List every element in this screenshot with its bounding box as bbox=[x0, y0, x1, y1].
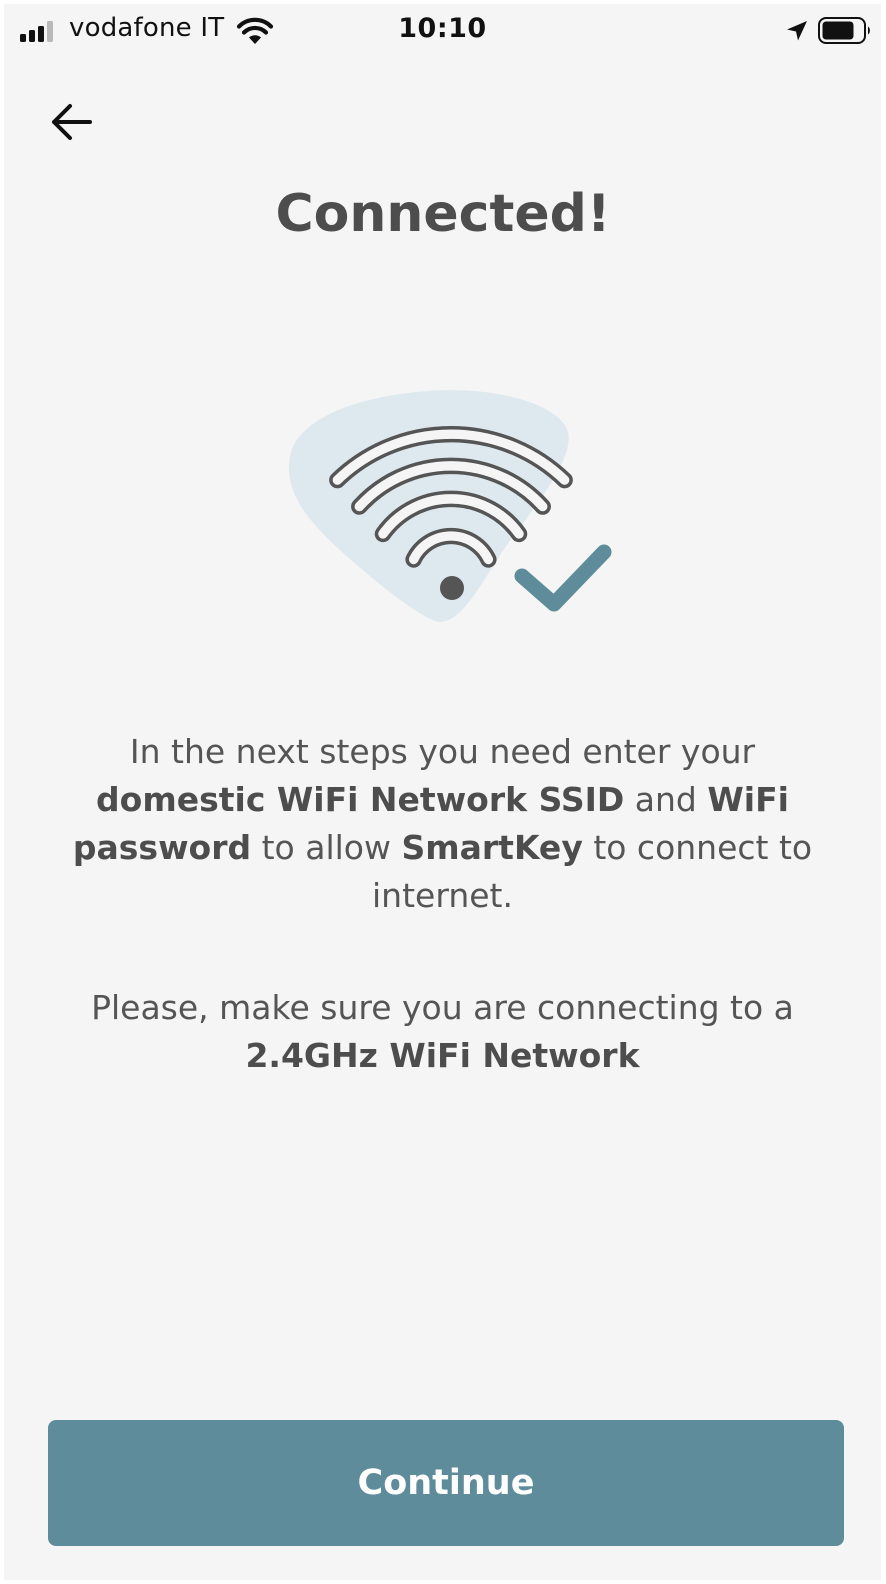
frequency-note-emphasis: 2.4GHz WiFi Network bbox=[245, 1036, 640, 1075]
arrow-left-icon bbox=[52, 104, 92, 140]
instructions-emphasis-smartkey: SmartKey bbox=[401, 828, 583, 867]
checkmark-icon bbox=[514, 544, 612, 612]
frequency-note: Please, make sure you are connecting to … bbox=[44, 984, 841, 1080]
instructions-emphasis-ssid: domestic WiFi Network SSID bbox=[96, 780, 625, 819]
instructions-text-part: In the next steps you need enter your bbox=[129, 732, 756, 771]
wifi-dot bbox=[440, 576, 464, 600]
location-arrow-icon bbox=[787, 21, 807, 41]
page-title: Connected! bbox=[275, 184, 611, 244]
instructions-text-part: and bbox=[624, 780, 708, 819]
status-bar: vodafone IT 10:10 bbox=[4, 4, 881, 56]
back-button[interactable] bbox=[42, 94, 102, 150]
wifi-connected-illustration bbox=[288, 390, 612, 623]
screen: vodafone IT 10:10 Connected! In the next… bbox=[4, 4, 881, 1580]
continue-button[interactable]: Continue bbox=[48, 1420, 844, 1546]
battery-icon bbox=[818, 17, 870, 44]
instructions-text-part: to allow bbox=[251, 828, 402, 867]
instructions-text: In the next steps you need enter your do… bbox=[44, 728, 841, 920]
frequency-note-text: Please, make sure you are connecting to … bbox=[91, 988, 794, 1027]
status-time: 10:10 bbox=[398, 13, 487, 44]
